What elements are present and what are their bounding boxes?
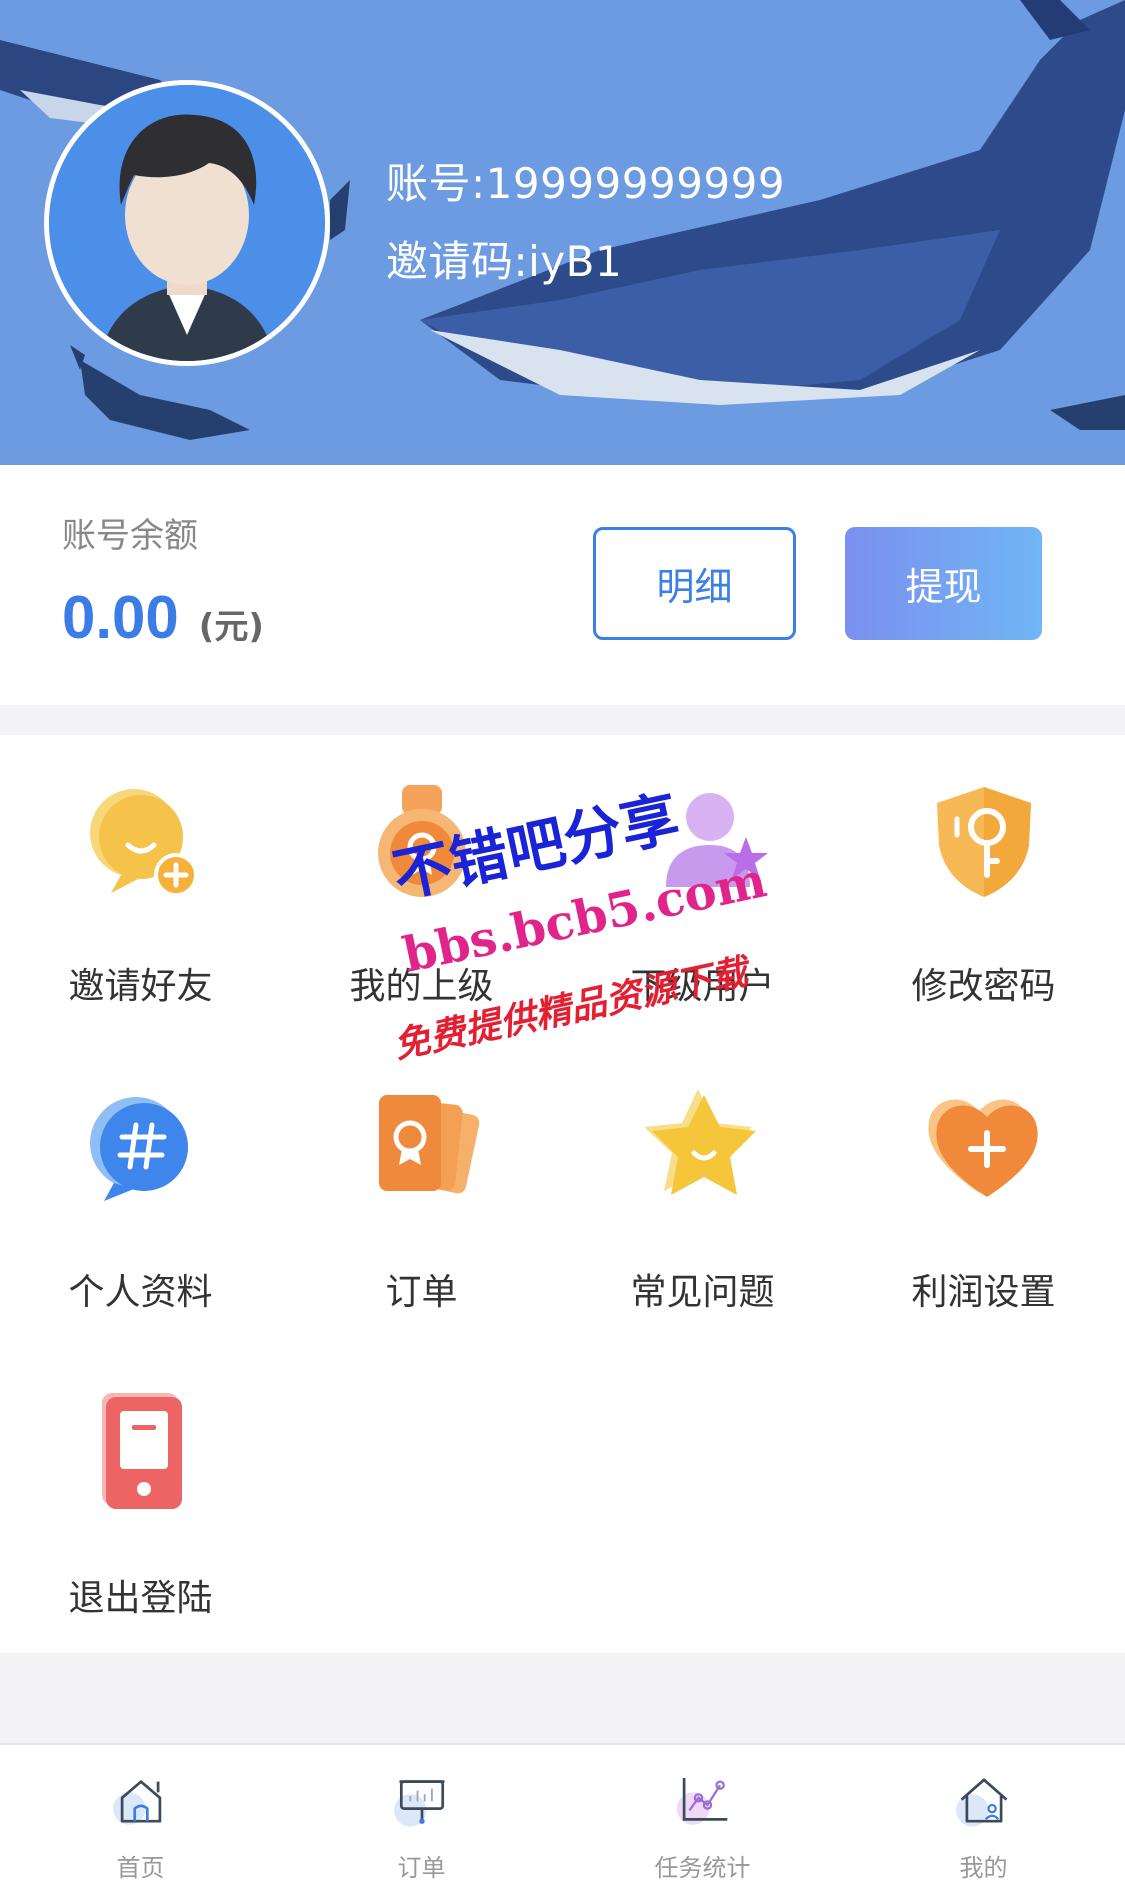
chart-icon <box>676 1778 727 1825</box>
menu-item-orders[interactable]: 订单 <box>281 1041 562 1347</box>
balance-amount: 0.00 <box>62 584 179 651</box>
menu-item-profile[interactable]: 个人资料 <box>0 1041 281 1347</box>
cards-icon <box>378 1095 479 1194</box>
phone-logout-icon <box>101 1393 182 1509</box>
balance-unit: (元) <box>198 607 264 647</box>
menu-label: 退出登陆 <box>68 1578 213 1619</box>
balance-label: 账号余额 <box>62 516 198 556</box>
medal-icon <box>377 785 466 897</box>
invite-code: 邀请码:iyB1 <box>386 237 623 286</box>
avatar[interactable] <box>44 80 330 366</box>
menu-label: 邀请好友 <box>68 966 213 1007</box>
menu-item-invite-friends[interactable]: 邀请好友 <box>0 735 281 1041</box>
tab-label: 订单 <box>397 1854 446 1881</box>
menu-label: 我的上级 <box>349 966 494 1007</box>
subordinate-users-icon <box>665 793 768 887</box>
menu-item-faq[interactable]: 常见问题 <box>562 1041 843 1347</box>
balance-card: 账号余额 0.00 (元) 明细 提现 <box>0 465 1125 705</box>
board-icon <box>393 1780 444 1827</box>
menu-label: 修改密码 <box>911 966 1056 1007</box>
menu-grid: 邀请好友 我的上级 下级用户 修改密码 个人资料 订单 常见问题 利润设置 退出… <box>0 735 1125 1653</box>
account-number: 账号:19999999999 <box>386 159 786 208</box>
withdraw-button[interactable]: 提现 <box>845 527 1042 640</box>
menu-item-subordinate-users[interactable]: 下级用户 <box>562 735 843 1041</box>
hashtag-chat-icon <box>89 1097 188 1201</box>
menu-item-logout[interactable]: 退出登陆 <box>0 1347 281 1653</box>
tab-label: 任务统计 <box>654 1854 751 1881</box>
heart-plus-icon <box>927 1099 1038 1197</box>
menu-label: 下级用户 <box>630 966 775 1007</box>
detail-button[interactable]: 明细 <box>593 527 796 640</box>
home-icon <box>112 1780 161 1825</box>
tab-orders[interactable]: 订单 <box>281 1745 562 1881</box>
menu-item-change-password[interactable]: 修改密码 <box>843 735 1124 1041</box>
invite-friend-icon <box>89 789 198 897</box>
star-icon <box>643 1089 756 1195</box>
user-home-icon <box>955 1778 1007 1827</box>
menu-label: 利润设置 <box>911 1272 1056 1313</box>
key-shield-icon <box>936 787 1031 897</box>
tab-task-stats[interactable]: 任务统计 <box>562 1745 843 1881</box>
tab-label: 我的 <box>959 1854 1008 1881</box>
avatar-portrait-icon <box>49 85 325 361</box>
menu-label: 个人资料 <box>68 1272 213 1313</box>
menu-label: 订单 <box>385 1272 458 1313</box>
profile-header: 账号:19999999999 邀请码:iyB1 <box>0 0 1125 465</box>
balance-value-row: 0.00 (元) <box>62 583 264 652</box>
menu-label: 常见问题 <box>630 1272 775 1313</box>
menu-item-profit-settings[interactable]: 利润设置 <box>843 1041 1124 1347</box>
tab-mine[interactable]: 我的 <box>843 1745 1124 1881</box>
menu-item-my-superior[interactable]: 我的上级 <box>281 735 562 1041</box>
tab-label: 首页 <box>116 1854 165 1881</box>
tab-home[interactable]: 首页 <box>0 1745 281 1881</box>
bottom-tab-bar: 首页 订单 任务统计 我的 <box>0 1743 1125 1881</box>
